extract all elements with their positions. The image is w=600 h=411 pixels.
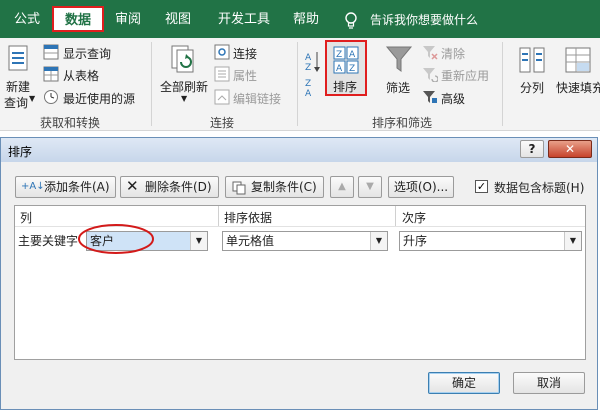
group-label-sort-filter: 排序和筛选 — [372, 116, 433, 130]
has-headers-checkbox[interactable]: ✓ — [475, 180, 488, 193]
sort-on-header: 排序依据 — [224, 211, 273, 225]
edit-links-icon — [214, 89, 230, 105]
tab-review[interactable]: 审阅 — [108, 9, 148, 31]
ribbon-tab-bar: 公式 数据 审阅 视图 开发工具 帮助 告诉我你想要做什么 — [0, 0, 600, 38]
svg-text:A: A — [305, 53, 312, 63]
group-label-connections: 连接 — [210, 116, 235, 130]
add-level-button[interactable]: +A↓ 添加条件(A) — [15, 176, 116, 198]
group-separator — [151, 42, 152, 126]
flash-fill-icon — [565, 47, 591, 73]
column-header: 列 — [20, 211, 33, 225]
order-select[interactable]: 升序 ▼ — [399, 231, 582, 251]
refresh-dropdown-icon[interactable]: ▼ — [181, 94, 187, 103]
group-label-get-transform: 获取和转换 — [40, 116, 101, 130]
filter-icon — [385, 46, 413, 72]
header-divider — [395, 206, 396, 226]
sort-on-select[interactable]: 单元格值 ▼ — [222, 231, 388, 251]
ok-button[interactable]: 确定 — [428, 372, 500, 394]
delete-icon: ✕ — [126, 177, 139, 195]
svg-text:Z: Z — [336, 50, 342, 60]
filter-button[interactable]: 筛选 — [386, 79, 410, 96]
options-button[interactable]: 选项(O)... — [388, 176, 454, 198]
properties-icon — [214, 66, 230, 82]
tab-developer[interactable]: 开发工具 — [212, 9, 276, 31]
chevron-down-icon: ▼ — [564, 232, 581, 250]
sort-icon: Z A A Z — [333, 46, 359, 74]
copy-icon — [232, 181, 246, 195]
from-table-button[interactable]: 从表格 — [63, 67, 99, 84]
move-down-button[interactable]: ▼ — [358, 176, 382, 198]
show-queries-button[interactable]: 显示查询 — [63, 45, 111, 62]
chevron-down-icon: ▼ — [190, 232, 207, 250]
sort-label: 排序 — [333, 80, 358, 94]
connections-icon — [214, 44, 230, 60]
sort-button[interactable]: Z A A Z 排序 — [325, 40, 367, 96]
order-value: 升序 — [403, 234, 428, 248]
sort-ascending-icon: A Z Z A — [305, 52, 320, 96]
new-query-icon — [8, 45, 28, 71]
tell-me-search[interactable]: 告诉我你想要做什么 — [370, 9, 486, 31]
add-level-icon: +A↓ — [21, 181, 45, 192]
properties-button[interactable]: 属性 — [233, 67, 257, 84]
new-query-label-1[interactable]: 新建 — [6, 78, 30, 95]
flash-fill-button[interactable]: 快速填充 — [556, 79, 600, 96]
advanced-filter-icon — [423, 91, 437, 103]
refresh-all-icon — [171, 45, 194, 73]
delete-level-label: 删除条件(D) — [145, 180, 212, 194]
group-separator — [297, 42, 298, 126]
refresh-all-button[interactable]: 全部刷新 — [160, 78, 208, 95]
tab-formulas[interactable]: 公式 — [6, 9, 48, 31]
clear-filter-button[interactable]: 清除 — [441, 45, 465, 62]
new-query-dropdown-icon[interactable]: ▼ — [29, 94, 35, 103]
text-to-columns-icon — [519, 47, 545, 73]
sort-on-value: 单元格值 — [226, 234, 275, 248]
close-icon: ✕ — [564, 142, 576, 156]
edit-links-button[interactable]: 编辑链接 — [233, 90, 281, 107]
help-button[interactable]: ? — [520, 140, 544, 158]
from-table-icon — [43, 66, 59, 82]
recent-sources-button[interactable]: 最近使用的源 — [63, 90, 135, 107]
dialog-title: 排序 — [8, 145, 33, 159]
svg-text:A: A — [305, 89, 312, 96]
svg-text:A: A — [336, 64, 343, 74]
svg-text:Z: Z — [305, 63, 311, 73]
cancel-button[interactable]: 取消 — [513, 372, 585, 394]
copy-level-button[interactable]: 复制条件(C) — [225, 176, 324, 198]
highlight-ellipse — [78, 224, 154, 254]
order-header: 次序 — [402, 211, 427, 225]
clear-filter-icon — [423, 46, 438, 60]
chevron-down-icon: ▼ — [370, 232, 387, 250]
advanced-filter-button[interactable]: 高级 — [441, 90, 465, 107]
tab-help[interactable]: 帮助 — [286, 9, 326, 31]
has-headers-label[interactable]: 数据包含标题(H) — [494, 179, 584, 196]
connections-button[interactable]: 连接 — [233, 45, 257, 62]
close-button[interactable]: ✕ — [548, 140, 592, 158]
dialog-title-bar — [1, 138, 597, 162]
show-queries-icon — [43, 44, 59, 60]
text-to-columns-button[interactable]: 分列 — [520, 79, 544, 96]
lightbulb-icon — [345, 12, 357, 29]
svg-text:Z: Z — [305, 79, 311, 89]
new-query-label-2[interactable]: 查询 — [4, 94, 28, 111]
sort-by-label: 主要关键字 — [18, 234, 79, 248]
svg-text:Z: Z — [349, 64, 355, 74]
delete-level-button[interactable]: ✕ 删除条件(D) — [120, 176, 219, 198]
svg-text:A: A — [349, 50, 356, 60]
copy-level-label: 复制条件(C) — [251, 180, 317, 194]
add-level-label: 添加条件(A) — [44, 180, 110, 194]
recent-sources-icon — [44, 90, 58, 104]
reapply-button[interactable]: 重新应用 — [441, 67, 489, 84]
tab-view[interactable]: 视图 — [158, 9, 198, 31]
move-down-icon: ▼ — [366, 181, 374, 192]
header-divider — [218, 206, 219, 226]
move-up-icon: ▲ — [338, 181, 346, 192]
move-up-button[interactable]: ▲ — [330, 176, 354, 198]
group-separator — [502, 42, 503, 126]
tab-data[interactable]: 数据 — [52, 6, 104, 32]
reapply-icon — [423, 68, 438, 82]
